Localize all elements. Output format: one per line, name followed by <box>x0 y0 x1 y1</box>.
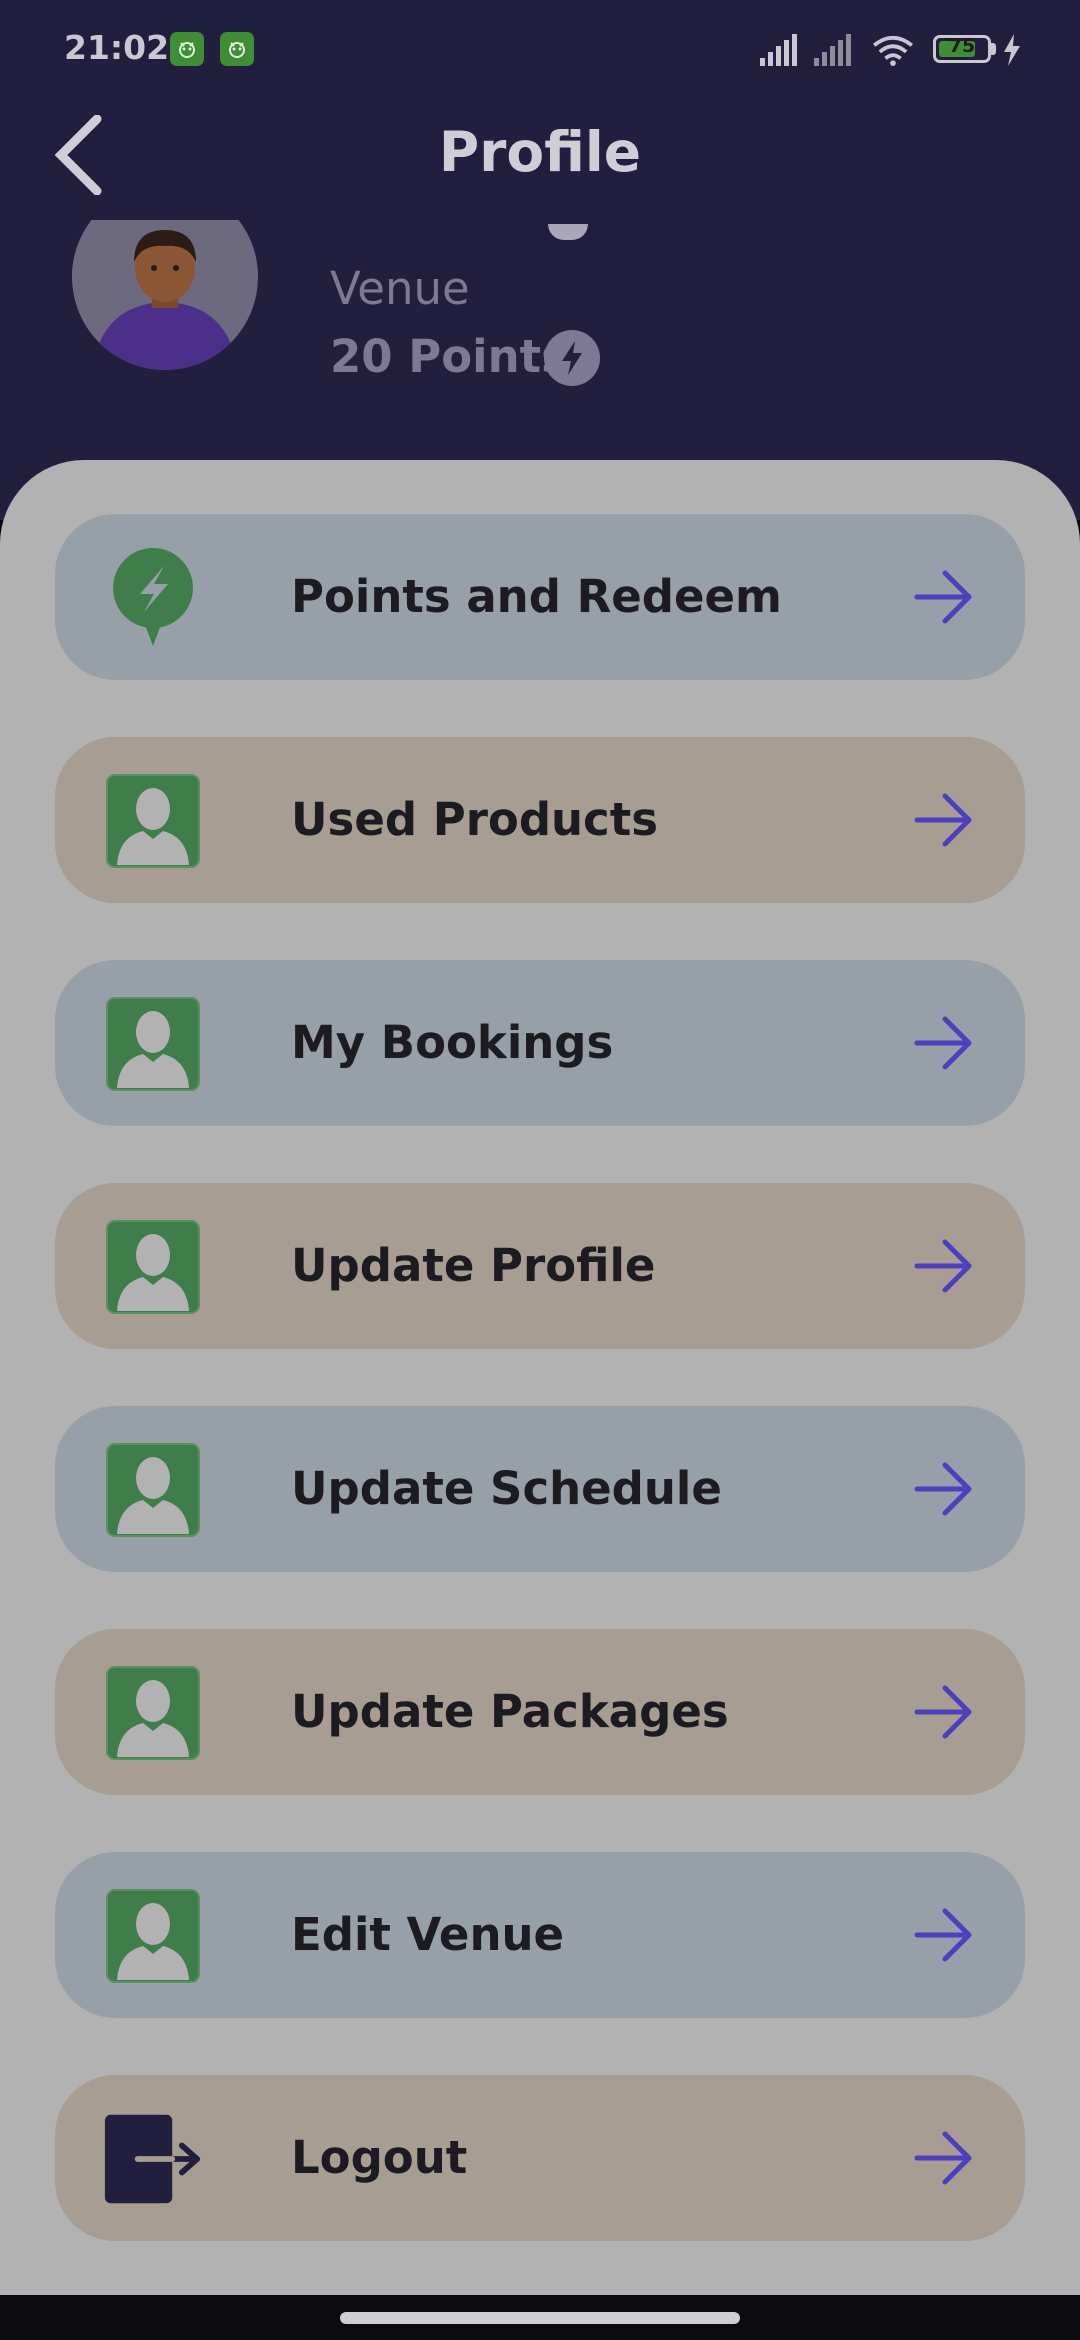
menu-item-points-and-redeem[interactable]: Points and Redeem <box>55 514 1025 680</box>
menu-panel: Points and Redeem Used Products My Booki… <box>0 460 1080 2295</box>
menu-item-edit-venue[interactable]: Edit Venue <box>55 1852 1025 2018</box>
contact-person-icon <box>103 1886 203 1986</box>
points-label: 20 Points <box>330 330 568 383</box>
arrow-right-icon <box>914 2131 972 2185</box>
menu-item-label: Logout <box>291 2131 468 2184</box>
battery-level: 75 <box>948 35 976 57</box>
menu-item-label: Update Profile <box>291 1239 656 1292</box>
arrow-right-icon <box>914 1239 972 1293</box>
arrow-right-icon <box>914 1016 972 1070</box>
app-notification-icon <box>170 32 204 66</box>
menu-item-label: Update Packages <box>291 1685 729 1738</box>
arrow-right-icon <box>914 793 972 847</box>
menu-item-label: Update Schedule <box>291 1462 722 1515</box>
arrow-right-icon <box>914 1908 972 1962</box>
menu-item-label: Used Products <box>291 793 659 846</box>
profile-header: 21:02 75 Profile Venue 20 Points <box>0 0 1080 520</box>
logout-icon <box>103 2109 203 2209</box>
lightning-icon <box>544 330 600 386</box>
avatar[interactable] <box>72 220 258 370</box>
status-time: 21:02 <box>64 28 170 67</box>
menu-item-label: Edit Venue <box>291 1908 565 1961</box>
menu-item-my-bookings[interactable]: My Bookings <box>55 960 1025 1126</box>
arrow-right-icon <box>914 1685 972 1739</box>
contact-person-icon <box>103 771 203 871</box>
menu-item-update-schedule[interactable]: Update Schedule <box>55 1406 1025 1572</box>
menu-item-logout[interactable]: Logout <box>55 2075 1025 2241</box>
contact-person-icon <box>103 1217 203 1317</box>
venue-label: Venue <box>330 262 470 315</box>
signal-strength-icon <box>760 34 797 66</box>
app-notification-icon <box>220 32 254 66</box>
arrow-right-icon <box>914 570 972 624</box>
profile-menu: Points and Redeem Used Products My Booki… <box>55 514 1025 2298</box>
contact-person-icon <box>103 1440 203 1540</box>
charging-icon <box>1004 34 1020 66</box>
wifi-icon <box>873 35 913 66</box>
contact-person-icon <box>103 994 203 1094</box>
signal-strength-icon <box>814 34 851 66</box>
battery-icon: 75 <box>933 35 991 63</box>
menu-item-label: Points and Redeem <box>291 570 782 623</box>
user-avatar-icon <box>72 220 258 370</box>
menu-item-used-products[interactable]: Used Products <box>55 737 1025 903</box>
contact-person-icon <box>103 1663 203 1763</box>
menu-item-update-profile[interactable]: Update Profile <box>55 1183 1025 1349</box>
lightning-bubble-icon <box>103 548 203 648</box>
arrow-right-icon <box>914 1462 972 1516</box>
status-bar: 21:02 75 <box>0 0 1080 100</box>
page-title: Profile <box>438 120 642 184</box>
menu-item-update-packages[interactable]: Update Packages <box>55 1629 1025 1795</box>
menu-item-label: My Bookings <box>291 1016 614 1069</box>
home-gesture-bar[interactable] <box>340 2312 740 2324</box>
